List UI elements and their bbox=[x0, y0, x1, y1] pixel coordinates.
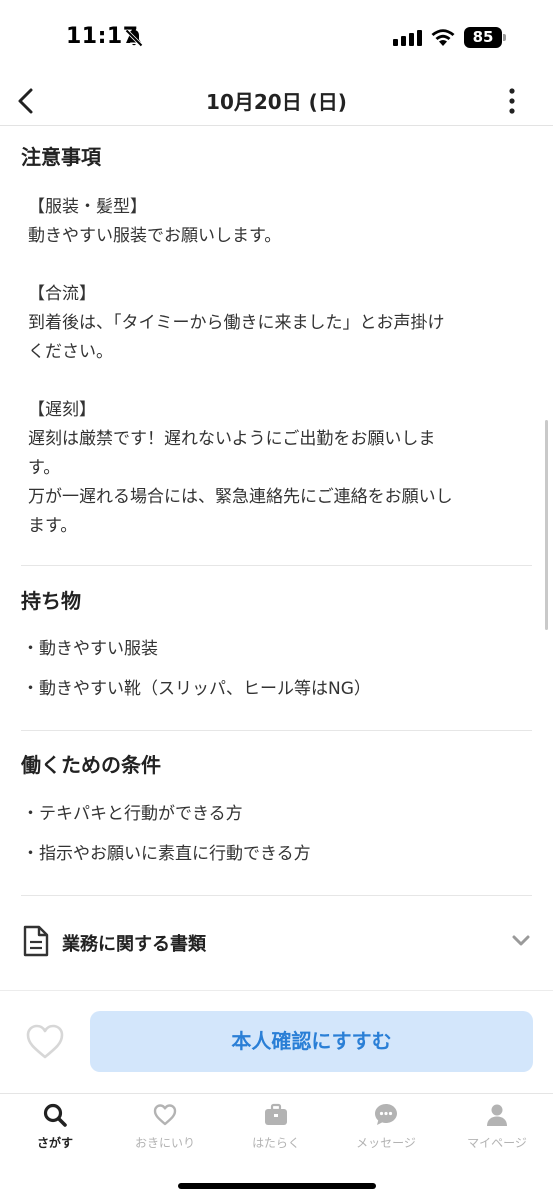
documents-label: 業務に関する書類 bbox=[62, 934, 206, 955]
meeting-text-line: ください。 bbox=[28, 342, 113, 362]
page-title: 10月20日 (日) bbox=[206, 90, 347, 114]
briefcase-icon bbox=[265, 1103, 287, 1125]
meeting-heading: 【合流】 bbox=[28, 284, 96, 304]
identity-verification-button[interactable]: 本人確認にすすむ bbox=[90, 1011, 533, 1072]
notes-title: 注意事項 bbox=[21, 145, 101, 169]
document-icon bbox=[23, 925, 49, 957]
section-divider bbox=[21, 730, 532, 731]
search-icon bbox=[43, 1103, 67, 1127]
tab-label: さがす bbox=[36, 1136, 73, 1150]
documents-accordion[interactable]: 業務に関する書類 bbox=[21, 913, 532, 971]
tab-label: マイページ bbox=[467, 1136, 527, 1150]
tab-favorites[interactable]: おきにいり bbox=[110, 1102, 220, 1158]
cellular-signal-icon bbox=[393, 30, 422, 46]
clothing-heading: 【服装・髪型】 bbox=[28, 197, 147, 217]
clothing-text: 動きやすい服装でお願いします。 bbox=[28, 226, 282, 246]
person-icon bbox=[487, 1104, 507, 1126]
bell-muted-icon bbox=[125, 29, 143, 47]
battery-level: 85 bbox=[464, 27, 502, 48]
chat-icon bbox=[375, 1104, 397, 1125]
heart-icon bbox=[153, 1104, 177, 1126]
more-options-button[interactable] bbox=[498, 82, 526, 120]
nav-header: 10月20日 (日) bbox=[0, 76, 553, 126]
chevron-down-icon bbox=[512, 935, 530, 946]
tab-work[interactable]: はたらく bbox=[221, 1102, 331, 1158]
conditions-item: ・指示やお願いに素直に行動できる方 bbox=[22, 844, 311, 864]
status-bar: 11:17 85 bbox=[0, 0, 553, 76]
heart-outline-icon bbox=[26, 1024, 64, 1059]
meeting-text-line: 到着後は、「タイミーから働きに来ました」とお声掛け bbox=[28, 313, 445, 333]
tab-label: メッセージ bbox=[356, 1136, 416, 1150]
tab-label: はたらく bbox=[252, 1136, 300, 1150]
tab-label: おきにいり bbox=[134, 1136, 195, 1150]
section-divider bbox=[21, 565, 532, 566]
late-text-line: す。 bbox=[28, 458, 61, 478]
conditions-title: 働くための条件 bbox=[21, 753, 161, 777]
belongings-item: ・動きやすい服装 bbox=[22, 639, 158, 659]
scrollbar[interactable] bbox=[545, 420, 548, 630]
late-text-line: 遅刻は厳禁です！遅れないようにご出勤をお願いしま bbox=[28, 429, 436, 449]
late-heading: 【遅刻】 bbox=[28, 400, 96, 420]
late-text-line: ます。 bbox=[28, 516, 78, 536]
late-text-line: 万が一遅れる場合には、緊急連絡先にご連絡をお願いし bbox=[28, 487, 453, 507]
battery-icon: 85 bbox=[464, 27, 506, 48]
tab-search[interactable]: さがす bbox=[0, 1102, 110, 1158]
belongings-title: 持ち物 bbox=[21, 589, 81, 613]
conditions-item: ・テキパキと行動ができる方 bbox=[22, 804, 243, 824]
favorite-button[interactable] bbox=[24, 1022, 66, 1062]
more-vertical-icon bbox=[509, 88, 515, 114]
home-indicator[interactable] bbox=[178, 1183, 376, 1189]
section-divider bbox=[21, 895, 532, 896]
belongings-item: ・動きやすい靴（スリッパ、ヒール等はNG） bbox=[22, 679, 371, 699]
tab-mypage[interactable]: マイページ bbox=[442, 1102, 552, 1158]
wifi-icon bbox=[431, 29, 455, 46]
tab-messages[interactable]: メッセージ bbox=[331, 1102, 441, 1158]
